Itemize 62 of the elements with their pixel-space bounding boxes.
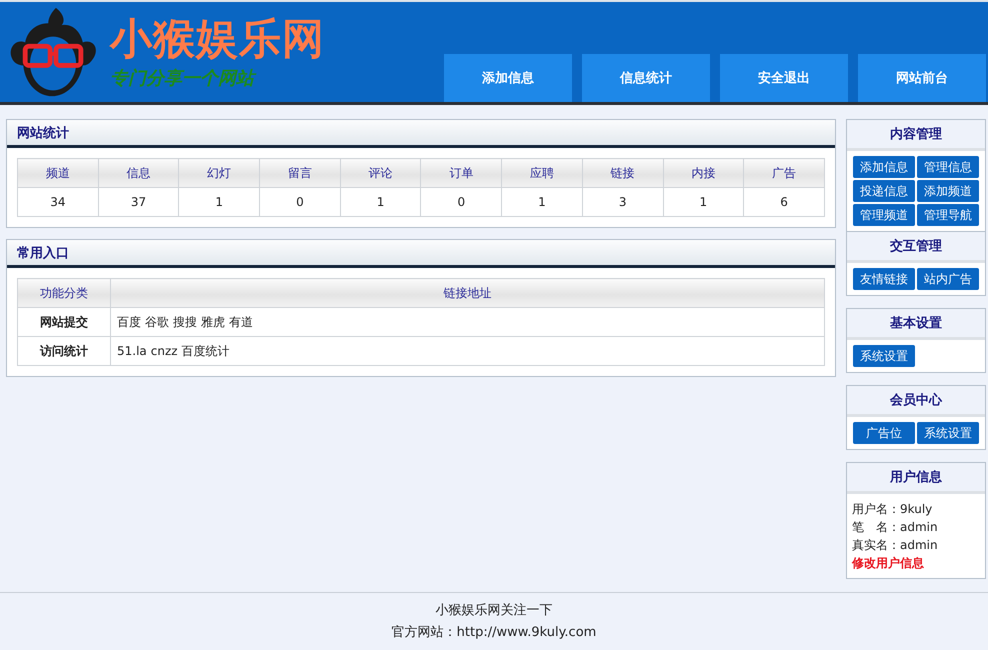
menu-button[interactable]: 添加频道 bbox=[917, 180, 979, 202]
menu-button[interactable]: 添加信息 bbox=[853, 156, 915, 178]
menu-button[interactable]: 友情链接 bbox=[853, 268, 915, 290]
column-header: 功能分类 bbox=[18, 278, 110, 308]
menu-button[interactable]: 管理频道 bbox=[853, 204, 915, 226]
table-cell: 1 bbox=[502, 188, 582, 216]
table-cell: 0 bbox=[420, 188, 502, 216]
menu-button[interactable]: 广告位 bbox=[853, 422, 915, 444]
link[interactable]: 搜搜 bbox=[173, 314, 197, 328]
link[interactable]: 谷歌 bbox=[145, 314, 169, 328]
column-header: 链接地址 bbox=[110, 278, 824, 308]
sidebar-title: 用户信息 bbox=[890, 468, 942, 486]
site-name: 小猴娱乐网 bbox=[110, 13, 325, 65]
column-header: 频道 bbox=[18, 158, 98, 188]
column-header: 链接 bbox=[582, 158, 663, 188]
panel-title: 常用入口 bbox=[17, 244, 69, 262]
column-header: 应聘 bbox=[502, 158, 582, 188]
nav-button[interactable]: 网站前台 bbox=[858, 54, 986, 102]
sidebar-title: 会员中心 bbox=[890, 392, 942, 409]
table-cell: 网站提交 bbox=[18, 308, 110, 336]
column-header: 内接 bbox=[663, 158, 744, 188]
footer-text: 官方网站：http://www.9kuly.com bbox=[392, 624, 596, 641]
link[interactable]: cnzz bbox=[150, 344, 178, 358]
nav-button[interactable]: 安全退出 bbox=[720, 54, 848, 102]
table-cell: 访问统计 bbox=[18, 336, 110, 366]
column-header: 幻灯 bbox=[178, 158, 260, 188]
nav-button[interactable]: 信息统计 bbox=[582, 54, 710, 102]
column-header: 广告 bbox=[744, 158, 824, 188]
sidebar-title: 交互管理 bbox=[890, 238, 942, 255]
user-info-text: 笔 名：admin bbox=[852, 519, 939, 536]
menu-button[interactable]: 系统设置 bbox=[917, 422, 979, 444]
table-cell: 37 bbox=[98, 188, 179, 216]
menu-button[interactable]: 管理导航 bbox=[917, 204, 979, 226]
table-cell: 1 bbox=[178, 188, 260, 216]
menu-button[interactable]: 管理信息 bbox=[917, 156, 979, 178]
footer-text: 小猴娱乐网关注一下 bbox=[436, 602, 552, 619]
link[interactable]: 雅虎 bbox=[201, 314, 225, 328]
nav-button[interactable]: 添加信息 bbox=[444, 54, 572, 102]
menu-button[interactable]: 系统设置 bbox=[853, 345, 915, 367]
sidebar-title: 基本设置 bbox=[890, 315, 942, 332]
menu-button[interactable]: 投递信息 bbox=[853, 180, 915, 202]
edit-profile-link[interactable]: 修改用户信息 bbox=[852, 554, 980, 572]
table-cell: 1 bbox=[340, 188, 421, 216]
link[interactable]: 51.la bbox=[117, 344, 147, 358]
panel-title: 网站统计 bbox=[17, 124, 69, 142]
link[interactable]: 百度 bbox=[117, 314, 141, 328]
column-header: 评论 bbox=[340, 158, 421, 188]
table-cell: 1 bbox=[663, 188, 744, 216]
site-tagline: 专门分享一个网站 bbox=[110, 66, 325, 92]
user-info-text: 真实名：admin bbox=[852, 537, 939, 554]
column-header: 订单 bbox=[420, 158, 502, 188]
link[interactable]: 有道 bbox=[229, 314, 253, 328]
column-header: 信息 bbox=[98, 158, 179, 188]
table-cell: 0 bbox=[260, 188, 340, 216]
user-info-text: 用户名：9kuly bbox=[852, 501, 934, 518]
menu-button[interactable]: 站内广告 bbox=[917, 268, 979, 290]
link[interactable]: 百度统计 bbox=[182, 344, 230, 358]
table-cell: 6 bbox=[744, 188, 824, 216]
table-cell: 3 bbox=[582, 188, 663, 216]
column-header: 留言 bbox=[260, 158, 340, 188]
table-cell: 34 bbox=[18, 188, 98, 216]
sidebar-title: 内容管理 bbox=[890, 126, 942, 143]
